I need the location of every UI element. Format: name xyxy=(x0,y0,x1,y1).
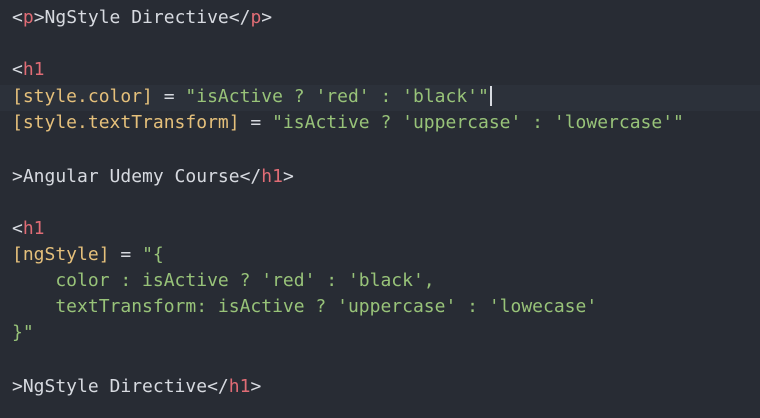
code-token-punct: > xyxy=(261,7,273,28)
code-line[interactable]: >NgStyle Directive</h1> xyxy=(12,374,261,400)
code-line[interactable]: [style.textTransform] = "isActive ? 'upp… xyxy=(12,110,684,136)
code-token-punct: = xyxy=(239,112,273,133)
code-line[interactable]: color : isActive ? 'red' : 'black', xyxy=(12,268,435,294)
code-token-punct: > xyxy=(250,376,262,397)
code-token-str: }" xyxy=(12,322,34,343)
code-token-tag: h1 xyxy=(228,376,251,397)
code-token-attr: [style.textTransform] xyxy=(12,112,240,133)
code-line[interactable]: [ngStyle] = "{ xyxy=(12,242,164,268)
code-token-punct: >NgStyle Directive</ xyxy=(12,376,229,397)
code-token-str: "isActive ? 'uppercase' : 'lowercase'" xyxy=(272,112,684,133)
code-token-tag: h1 xyxy=(22,218,45,239)
code-line[interactable]: }" xyxy=(12,320,34,346)
code-token-tag: p xyxy=(22,7,34,28)
code-token-punct: < xyxy=(12,7,23,28)
code-token-punct: >Angular Udemy Course</ xyxy=(12,166,262,187)
code-line[interactable]: <p>NgStyle Directive</p> xyxy=(12,5,272,31)
code-token-punct: >NgStyle Directive</ xyxy=(33,7,251,28)
code-token-punct: < xyxy=(12,218,23,239)
code-line[interactable]: <h1 xyxy=(12,57,45,83)
code-token-str: textTransform: isActive ? 'uppercase' : … xyxy=(12,296,598,317)
code-token-tag: p xyxy=(250,7,262,28)
text-caret xyxy=(489,86,492,106)
code-token-tag: h1 xyxy=(261,166,283,187)
code-line[interactable]: >Angular Udemy Course</h1> xyxy=(12,164,294,190)
code-token-punct: > xyxy=(282,166,294,187)
code-token-str: "{ xyxy=(142,244,164,265)
code-token-str: "isActive ? 'red' : 'black'" xyxy=(185,86,489,107)
code-line[interactable]: textTransform: isActive ? 'uppercase' : … xyxy=(12,294,597,320)
code-token-attr: [style.color] xyxy=(12,86,153,107)
code-editor[interactable]: <p>NgStyle Directive</p> <h1 [style.color]… xyxy=(0,0,760,418)
code-token-punct: = xyxy=(152,86,186,107)
code-token-attr: [ngStyle] xyxy=(12,244,110,265)
code-token-str: color : isActive ? 'red' : 'black', xyxy=(12,270,435,291)
code-token-punct: < xyxy=(12,59,23,80)
code-token-tag: h1 xyxy=(22,59,45,80)
code-token-punct: = xyxy=(109,244,143,265)
code-line[interactable]: [style.color] = "isActive ? 'red' : 'bla… xyxy=(12,84,492,110)
code-line[interactable]: <h1 xyxy=(12,216,45,242)
